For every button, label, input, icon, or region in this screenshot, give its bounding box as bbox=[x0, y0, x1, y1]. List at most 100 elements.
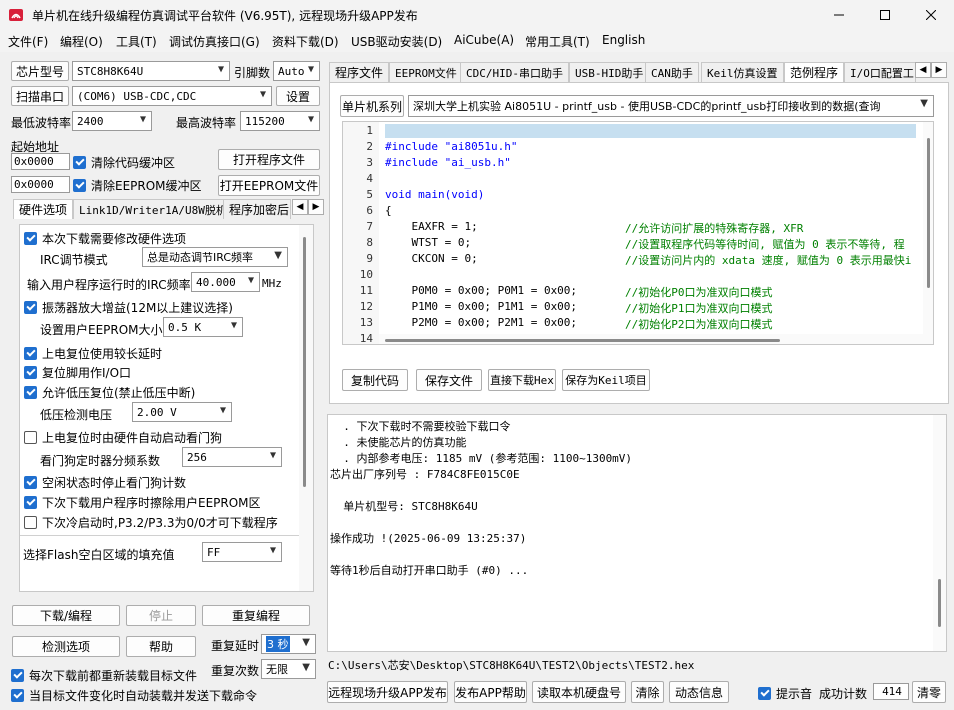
beep-checkbox[interactable]: 提示音 bbox=[758, 685, 812, 702]
download-hex-button[interactable]: 直接下载Hex bbox=[488, 369, 556, 391]
menu-tools[interactable]: 工具(T) bbox=[116, 33, 157, 50]
idle-stop-wdt-checkbox[interactable]: 空闲状态时停止看门狗计数 bbox=[24, 474, 186, 491]
menu-program[interactable]: 编程(O) bbox=[60, 33, 103, 50]
repeat-delay-select[interactable]: 3 秒 ▼ bbox=[261, 634, 316, 654]
publish-app-button[interactable]: 远程现场升级APP发布 bbox=[327, 681, 448, 703]
code-editor[interactable]: 1 2 #include "ai8051u.h" 3 #include "ai_usb.… bbox=[342, 121, 934, 345]
max-baud-select[interactable]: 115200 ▼ bbox=[240, 111, 320, 131]
reload-target-checkbox[interactable]: 每次下载前都重新装载目标文件 bbox=[11, 667, 197, 684]
dynamic-info-button[interactable]: 动态信息 bbox=[669, 681, 729, 703]
tab-eeprom-file[interactable]: EEPROM文件 bbox=[389, 62, 463, 82]
publish-help-button[interactable]: 发布APP帮助 bbox=[454, 681, 527, 703]
eeprom-address-input[interactable]: 0x0000 bbox=[11, 176, 70, 193]
hardware-options-panel: 本次下载需要修改硬件选项 IRC调节模式 总是动态调节IRC频率 ▼ 输入用户程序… bbox=[19, 224, 314, 592]
line-number: 1 bbox=[366, 124, 373, 137]
scrollbar-thumb[interactable] bbox=[303, 237, 306, 487]
scrollbar-thumb[interactable] bbox=[938, 579, 941, 627]
clear-log-button[interactable]: 清除 bbox=[631, 681, 664, 703]
reset-count-button[interactable]: 清零 bbox=[912, 681, 946, 703]
long-reset-delay-label: 上电复位使用较长延时 bbox=[42, 347, 163, 361]
output-log[interactable]: . 下次下载时不需要校验下载口令 . 未使能芯片的仿真功能 . 内部参考电压: … bbox=[327, 414, 947, 652]
menu-file[interactable]: 文件(F) bbox=[8, 33, 48, 50]
menu-debug[interactable]: 调试仿真接口(G) bbox=[169, 33, 260, 50]
port-select[interactable]: (COM6) USB-CDC,CDC ▼ bbox=[72, 86, 272, 106]
tab-hardware-options[interactable]: 硬件选项 bbox=[13, 199, 74, 219]
tab-scroll-right-icon[interactable]: ▶ bbox=[308, 199, 324, 215]
code-vscrollbar[interactable] bbox=[923, 122, 933, 344]
checkbox-checked-icon bbox=[24, 301, 37, 314]
lvd-voltage-select[interactable]: 2.00 V ▼ bbox=[132, 402, 232, 422]
auto-send-checkbox[interactable]: 当目标文件变化时自动装载并发送下载命令 bbox=[11, 687, 257, 704]
code-hscrollbar[interactable] bbox=[379, 334, 923, 344]
chip-model-select[interactable]: STC8H8K64U ▼ bbox=[72, 61, 230, 81]
flash-fill-label: 选择Flash空白区域的填充值 bbox=[23, 548, 175, 562]
log-scrollbar[interactable] bbox=[933, 415, 946, 651]
osc-gain-checkbox[interactable]: 振荡器放大增益(12M以上建议选择) bbox=[24, 299, 233, 316]
stop-button[interactable]: 停止 bbox=[126, 605, 196, 626]
long-reset-delay-checkbox[interactable]: 上电复位使用较长延时 bbox=[24, 345, 162, 362]
reset-pin-io-checkbox[interactable]: 复位脚用作I/O口 bbox=[24, 364, 131, 381]
tab-io-config[interactable]: I/O口配置工 bbox=[844, 62, 916, 82]
log-line: 单片机型号: STC8H8K64U bbox=[330, 500, 478, 513]
menu-usb-driver[interactable]: USB驱动安装(D) bbox=[351, 33, 442, 50]
menu-english[interactable]: English bbox=[602, 33, 645, 47]
flash-fill-select[interactable]: FF ▼ bbox=[202, 542, 282, 562]
menu-common-tools[interactable]: 常用工具(T) bbox=[525, 33, 590, 50]
tab-examples[interactable]: 范例程序 bbox=[784, 62, 845, 82]
menu-docs[interactable]: 资料下载(D) bbox=[272, 33, 339, 50]
download-program-button[interactable]: 下载/编程 bbox=[12, 605, 120, 626]
maximize-button[interactable] bbox=[862, 0, 908, 30]
flash-fill-value: FF bbox=[207, 545, 221, 559]
tab-keil-sim[interactable]: Keil仿真设置 bbox=[701, 62, 784, 82]
tab-program-encrypt[interactable]: 程序加密后 bbox=[223, 199, 291, 219]
tab-program-file[interactable]: 程序文件 bbox=[329, 62, 390, 82]
tab-can[interactable]: CAN助手 bbox=[645, 62, 699, 82]
erase-eeprom-checkbox[interactable]: 下次下载用户程序时擦除用户EEPROM区 bbox=[24, 494, 261, 511]
repeat-count-label: 重复次数 bbox=[211, 664, 260, 678]
save-file-button[interactable]: 保存文件 bbox=[416, 369, 482, 391]
tab-scroll-left-icon[interactable]: ◀ bbox=[915, 62, 931, 78]
eeprom-size-select[interactable]: 0.5 K ▼ bbox=[163, 317, 243, 337]
scrollbar-thumb[interactable] bbox=[927, 138, 930, 288]
check-options-button[interactable]: 检测选项 bbox=[12, 636, 120, 657]
save-keil-project-button[interactable]: 保存为Keil项目 bbox=[562, 369, 650, 391]
clear-code-checkbox[interactable]: 清除代码缓冲区 bbox=[73, 154, 175, 171]
checkbox-checked-icon bbox=[73, 156, 86, 169]
irc-freq-select[interactable]: 40.000 ▼ bbox=[191, 272, 260, 292]
clear-eeprom-checkbox[interactable]: 清除EEPROM缓冲区 bbox=[73, 177, 202, 194]
open-program-file-button[interactable]: 打开程序文件 bbox=[218, 149, 320, 170]
options-scrollbar[interactable] bbox=[299, 225, 313, 591]
cold-boot-checkbox[interactable]: 下次冷启动时,P3.2/P3.3为0/0才可下载程序 bbox=[24, 514, 278, 531]
tab-usb-hid[interactable]: USB-HID助手 bbox=[569, 62, 650, 82]
wdt-divider-select[interactable]: 256 ▼ bbox=[182, 447, 282, 467]
lvd-reset-checkbox[interactable]: 允许低压复位(禁止低压中断) bbox=[24, 384, 195, 401]
repeat-count-select[interactable]: 无限 ▼ bbox=[261, 659, 316, 679]
code-address-input[interactable]: 0x0000 bbox=[11, 153, 70, 170]
min-baud-select[interactable]: 2400 ▼ bbox=[72, 111, 152, 131]
chevron-down-icon: ▼ bbox=[217, 64, 224, 75]
series-select[interactable]: 深圳大学上机实验 Ai8051U - printf_usb - 使用USB-CD… bbox=[408, 95, 934, 117]
help-button[interactable]: 帮助 bbox=[126, 636, 196, 657]
scrollbar-thumb[interactable] bbox=[385, 339, 780, 342]
minimize-button[interactable] bbox=[816, 0, 862, 30]
tab-scroll-right-icon[interactable]: ▶ bbox=[931, 62, 947, 78]
tab-scroll-left-icon[interactable]: ◀ bbox=[292, 199, 308, 215]
modify-hardware-checkbox[interactable]: 本次下载需要修改硬件选项 bbox=[24, 230, 186, 247]
open-eeprom-file-button[interactable]: 打开EEPROM文件 bbox=[218, 175, 320, 196]
settings-button[interactable]: 设置 bbox=[276, 86, 320, 106]
copy-code-button[interactable]: 复制代码 bbox=[342, 369, 408, 391]
line-number: 8 bbox=[366, 236, 373, 249]
wdt-auto-start-checkbox[interactable]: 上电复位时由硬件自动启动看门狗 bbox=[24, 429, 222, 446]
checkbox-checked-icon bbox=[73, 179, 86, 192]
close-button[interactable] bbox=[908, 0, 954, 30]
scan-port-button[interactable]: 扫描串口 bbox=[11, 86, 69, 106]
pins-select[interactable]: Auto ▼ bbox=[273, 61, 320, 81]
repeat-program-button[interactable]: 重复编程 bbox=[202, 605, 310, 626]
menu-aicube[interactable]: AiCube(A) bbox=[454, 33, 514, 47]
read-disk-id-button[interactable]: 读取本机硬盘号 bbox=[532, 681, 626, 703]
irc-mode-select[interactable]: 总是动态调节IRC频率 ▼ bbox=[142, 247, 288, 267]
tab-cdc-serial[interactable]: CDC/HID-串口助手 bbox=[460, 62, 569, 82]
chevron-down-icon: ▼ bbox=[307, 114, 314, 125]
chip-model-label: 芯片型号 bbox=[11, 61, 69, 81]
tab-offline-writer[interactable]: Link1D/Writer1A/U8W脱机 bbox=[73, 199, 233, 219]
